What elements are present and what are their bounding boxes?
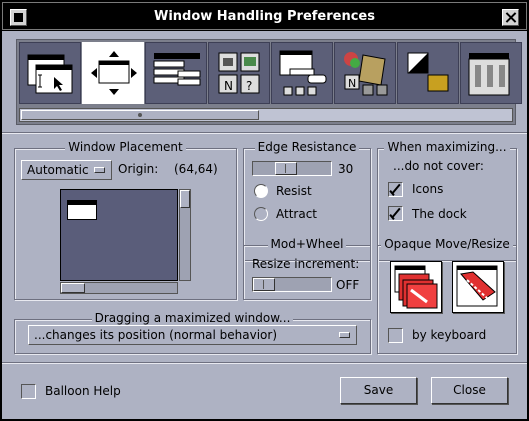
do-not-cover-label: ...do not cover: — [393, 159, 484, 173]
by-keyboard-checkbox[interactable] — [388, 328, 403, 343]
icons-checkbox[interactable] — [388, 182, 403, 197]
edge-resistance-slider[interactable] — [252, 161, 332, 176]
vertical-slider-knob[interactable] — [180, 190, 190, 208]
mod-wheel-title: Mod+Wheel — [267, 237, 347, 251]
resist-radio[interactable] — [254, 184, 268, 198]
by-keyboard-label: by keyboard — [412, 328, 487, 342]
resize-increment-knob[interactable] — [253, 278, 275, 291]
focus-icon[interactable] — [19, 42, 81, 104]
save-button[interactable]: Save — [340, 377, 417, 404]
resize-increment-value: OFF — [336, 278, 360, 292]
icons-label: Icons — [412, 182, 444, 196]
attract-label: Attract — [276, 207, 317, 221]
resize-increment-label: Resize increment: — [252, 257, 360, 271]
origin-window-marker[interactable] — [67, 200, 97, 220]
dock-label: The dock — [412, 207, 467, 221]
origin-value: (64,64) — [174, 162, 218, 176]
placement-mode-value: Automatic — [27, 163, 89, 177]
placement-mode-popup[interactable]: Automatic — [21, 160, 112, 180]
svg-text:N: N — [224, 79, 233, 93]
balloon-help-label: Balloon Help — [45, 384, 121, 398]
opaque-resize-icon[interactable] — [452, 261, 504, 313]
preferences-content: N ? N Window Placement Automatic Origin:… — [2, 31, 527, 419]
appearance-icon[interactable] — [397, 42, 459, 104]
placement-horizontal-slider[interactable] — [60, 282, 178, 294]
divider-bottom — [2, 362, 527, 364]
preferences-window: Window Handling Preferences N ? N Window… — [0, 0, 529, 421]
icon-strip-scrollbar[interactable] — [19, 108, 513, 122]
dragging-behavior-popup[interactable]: ...changes its position (normal behavior… — [28, 325, 357, 345]
opaque-move-icon[interactable] — [390, 261, 442, 313]
svg-text:?: ? — [246, 79, 252, 93]
svg-text:N: N — [348, 77, 356, 90]
balloon-help-checkbox[interactable] — [21, 384, 36, 399]
resize-increment-slider[interactable] — [252, 277, 332, 292]
config-icon[interactable] — [460, 42, 522, 104]
menu-icon[interactable] — [145, 42, 207, 104]
resist-label: Resist — [276, 184, 312, 198]
when-maximizing-title: When maximizing... — [384, 140, 510, 154]
popup-indicator-icon — [94, 167, 105, 173]
window-title: Window Handling Preferences — [153, 8, 375, 24]
divider-top — [2, 132, 527, 134]
opaque-move-resize-title: Opaque Move/Resize — [381, 237, 513, 251]
popup-indicator-icon — [339, 332, 350, 338]
preferences-icon-strip: N ? N — [16, 39, 522, 125]
origin-label: Origin: — [118, 162, 159, 176]
miniaturize-button[interactable] — [10, 9, 27, 26]
horizontal-slider-knob[interactable] — [61, 283, 85, 293]
window-placement-title: Window Placement — [65, 140, 186, 154]
icon-strip-scroll-knob[interactable] — [21, 110, 259, 120]
edge-resistance-knob[interactable] — [275, 162, 297, 175]
workspace-icon[interactable]: N — [334, 42, 396, 104]
dragging-behavior-value: ...changes its position (normal behavior… — [34, 328, 278, 342]
edge-resistance-value: 30 — [338, 162, 354, 176]
dragging-maximized-title: Dragging a maximized window... — [91, 311, 294, 325]
keyboard-icon[interactable] — [271, 42, 333, 104]
window-handling-icon[interactable] — [82, 42, 144, 104]
close-button[interactable]: Close — [431, 377, 508, 404]
icon-placement-icon[interactable]: N ? — [208, 42, 270, 104]
placement-vertical-slider[interactable] — [179, 189, 191, 281]
dock-checkbox[interactable] — [388, 206, 403, 221]
attract-radio[interactable] — [254, 207, 268, 221]
close-window-button[interactable] — [502, 9, 519, 26]
edge-resistance-title: Edge Resistance — [254, 140, 360, 154]
placement-preview[interactable] — [60, 189, 178, 281]
title-bar[interactable]: Window Handling Preferences — [2, 2, 527, 30]
